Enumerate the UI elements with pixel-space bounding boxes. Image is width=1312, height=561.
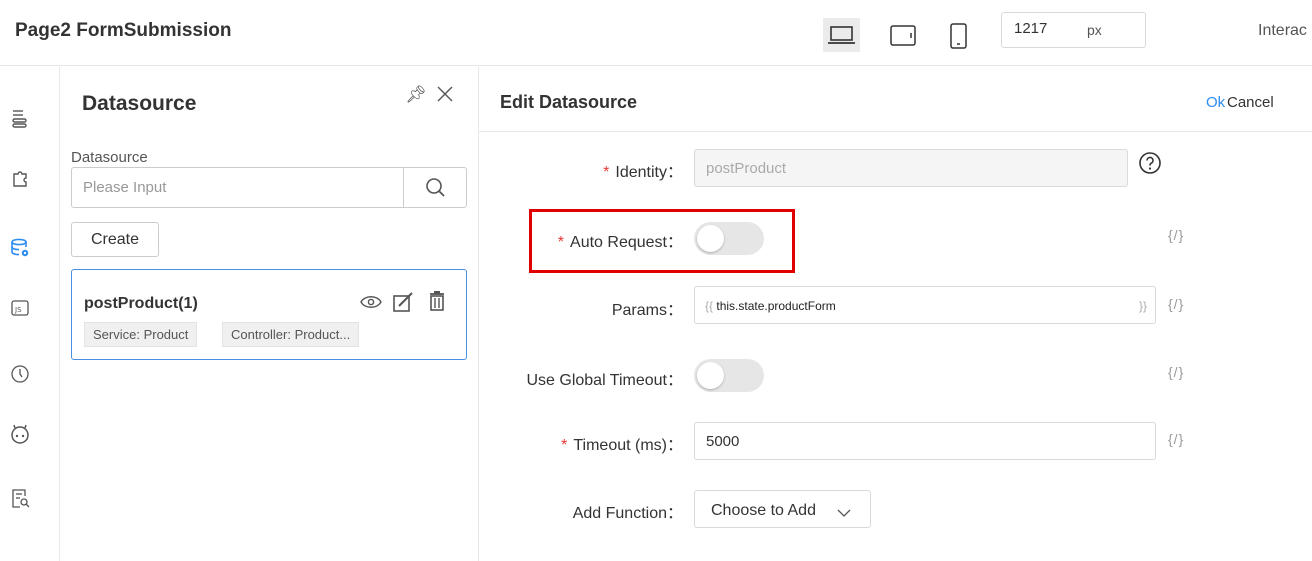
- width-unit: px: [1087, 22, 1102, 38]
- width-value: 1217: [1014, 20, 1048, 37]
- outline-icon[interactable]: [9, 107, 31, 129]
- add-function-value: Choose to Add: [711, 502, 816, 519]
- timeout-value: 5000: [706, 433, 740, 450]
- use-global-timeout-label: Use Global Timeout：: [526, 372, 683, 389]
- icon-sidebar: JS: [0, 67, 60, 561]
- add-function-select[interactable]: Choose to Add: [694, 490, 871, 528]
- close-icon[interactable]: [436, 85, 454, 108]
- code-expression-icon[interactable]: {/}: [1168, 296, 1184, 312]
- desktop-icon[interactable]: [823, 18, 860, 52]
- timeout-label: * Timeout (ms)：: [561, 437, 683, 454]
- search-input[interactable]: [72, 168, 403, 207]
- edit-title: Edit Datasource: [500, 92, 638, 112]
- page-title: Page2 FormSubmission: [15, 20, 232, 41]
- params-close-brace: }}: [1138, 299, 1147, 313]
- required-marker: *: [561, 437, 568, 454]
- required-marker: *: [557, 234, 565, 251]
- identity-field[interactable]: postProduct: [694, 149, 1128, 187]
- interact-tab[interactable]: Interac: [1258, 22, 1307, 40]
- timeout-input[interactable]: 5000: [694, 422, 1156, 460]
- mobile-icon[interactable]: [948, 22, 970, 50]
- params-value: {{ this.state.productForm: [705, 299, 836, 313]
- edit-header: Edit Datasource Ok Cancel: [479, 67, 1312, 132]
- width-input[interactable]: 1217 px: [1001, 12, 1146, 48]
- code-expression-icon[interactable]: {/}: [1168, 227, 1184, 243]
- params-label: Params：: [611, 302, 683, 319]
- identity-value: postProduct: [706, 160, 787, 177]
- search-button[interactable]: [403, 168, 466, 207]
- toggle-knob: [697, 225, 724, 252]
- ok-button[interactable]: Ok: [1206, 94, 1225, 111]
- datasource-icon[interactable]: [9, 237, 31, 259]
- edit-datasource-panel: Edit Datasource Ok Cancel * Identity： pos…: [479, 67, 1312, 561]
- service-tag: Service: Product: [84, 322, 198, 347]
- cancel-button[interactable]: Cancel: [1227, 94, 1274, 111]
- js-icon[interactable]: JS: [9, 297, 31, 319]
- datasource-search: [71, 167, 467, 208]
- use-global-timeout-toggle[interactable]: [694, 359, 764, 392]
- tablet-icon[interactable]: [889, 24, 919, 48]
- chevron-down-icon: [837, 505, 851, 523]
- delete-icon[interactable]: [427, 290, 447, 317]
- add-function-label: Add Function：: [572, 505, 683, 522]
- required-marker: *: [603, 164, 610, 181]
- preview-eye-icon[interactable]: [359, 292, 383, 317]
- controller-tag: Controller: Product...: [222, 322, 360, 347]
- datasource-name: postProduct(1): [84, 295, 198, 312]
- auto-request-label: * Auto Request：: [557, 234, 683, 251]
- auto-request-toggle[interactable]: [694, 222, 764, 255]
- help-icon[interactable]: [1138, 151, 1162, 180]
- assistant-icon[interactable]: [9, 423, 31, 445]
- history-icon[interactable]: [9, 363, 31, 385]
- code-expression-icon[interactable]: {/}: [1168, 364, 1184, 380]
- code-expression-icon[interactable]: {/}: [1168, 431, 1184, 447]
- datasource-card[interactable]: postProduct(1) Service: Product Controll…: [71, 269, 467, 360]
- svg-text:JS: JS: [14, 306, 22, 314]
- review-icon[interactable]: [9, 487, 31, 509]
- datasource-panel: Datasource 📌︎ Datasource Create postProd…: [60, 67, 479, 561]
- edit-icon[interactable]: [392, 292, 414, 319]
- component-icon[interactable]: [9, 167, 31, 189]
- create-button[interactable]: Create: [71, 222, 159, 257]
- identity-label: * Identity：: [603, 164, 683, 181]
- search-label: Datasource: [71, 149, 148, 166]
- top-bar: Page2 FormSubmission 1217 px Interac: [0, 0, 1312, 66]
- datasource-panel-title: Datasource: [82, 92, 197, 115]
- toggle-knob: [697, 362, 724, 389]
- params-field[interactable]: {{ this.state.productForm }}: [694, 286, 1156, 324]
- pin-icon[interactable]: 📌︎: [405, 85, 427, 105]
